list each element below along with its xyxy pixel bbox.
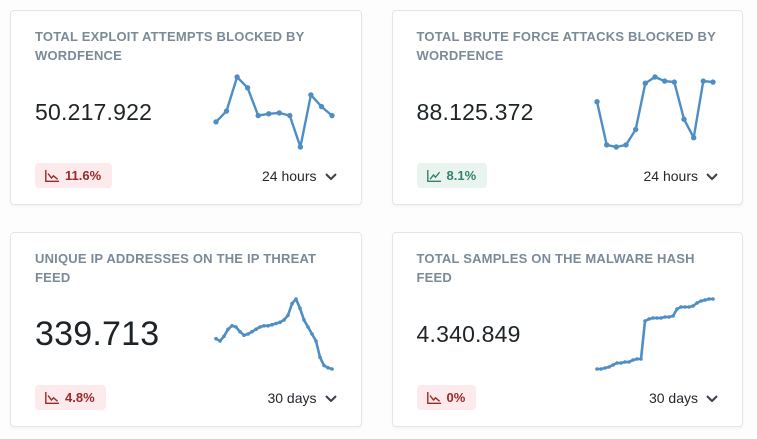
- card-footer: 8.1% 24 hours: [416, 163, 719, 188]
- card-footer: 0% 30 days: [416, 385, 719, 410]
- card-body: 50.217.922: [35, 66, 337, 163]
- trend-down-icon: [426, 391, 442, 405]
- chevron-down-icon: [706, 395, 718, 403]
- card-title: TOTAL SAMPLES ON THE MALWARE HASH FEED: [416, 251, 695, 285]
- stat-value: 4.340.849: [416, 320, 521, 347]
- change-badge: 8.1%: [416, 163, 488, 188]
- period-dropdown[interactable]: 30 days: [267, 390, 336, 406]
- card-title: TOTAL EXPLOIT ATTEMPTS BLOCKED BY WORDFE…: [35, 29, 305, 63]
- period-label: 24 hours: [643, 167, 698, 184]
- stat-value: 50.217.922: [35, 98, 153, 125]
- stat-card: TOTAL SAMPLES ON THE MALWARE HASH FEED 4…: [391, 232, 743, 427]
- period-dropdown[interactable]: 30 days: [649, 390, 718, 406]
- trend-up-icon: [426, 169, 442, 183]
- period-dropdown[interactable]: 24 hours: [644, 168, 718, 184]
- trend-down-icon: [44, 391, 60, 405]
- sparkline-chart: [211, 294, 337, 374]
- sparkline-chart: [592, 72, 718, 152]
- change-value: 0%: [446, 390, 466, 405]
- change-badge: 0%: [416, 385, 477, 410]
- stat-card: UNIQUE IP ADDRESSES ON THE IP THREAT FEE…: [10, 232, 362, 427]
- period-label: 30 days: [267, 389, 317, 406]
- sparkline-chart: [592, 294, 718, 374]
- change-value: 11.6%: [65, 168, 102, 183]
- stat-value: 88.125.372: [416, 98, 534, 125]
- card-footer: 4.8% 30 days: [35, 385, 337, 410]
- chevron-down-icon: [325, 173, 337, 181]
- sparkline-chart: [211, 72, 337, 152]
- stat-card: TOTAL BRUTE FORCE ATTACKS BLOCKED BY WOR…: [391, 10, 743, 205]
- change-badge: 11.6%: [35, 163, 113, 188]
- card-body: 88.125.372: [417, 66, 719, 163]
- trend-down-icon: [44, 169, 60, 183]
- stats-dashboard: TOTAL EXPLOIT ATTEMPTS BLOCKED BY WORDFE…: [0, 0, 757, 439]
- period-dropdown[interactable]: 24 hours: [262, 168, 336, 184]
- card-title: UNIQUE IP ADDRESSES ON THE IP THREAT FEE…: [35, 251, 317, 285]
- stat-value: 339.713: [35, 314, 160, 353]
- chevron-down-icon: [325, 395, 337, 403]
- change-value: 8.1%: [446, 168, 477, 183]
- card-title: TOTAL BRUTE FORCE ATTACKS BLOCKED BY WOR…: [416, 29, 716, 63]
- change-value: 4.8%: [65, 390, 95, 405]
- card-body: 4.340.849: [417, 288, 719, 385]
- chevron-down-icon: [706, 173, 718, 181]
- period-label: 30 days: [648, 389, 698, 406]
- card-footer: 11.6% 24 hours: [35, 163, 337, 188]
- stat-card: TOTAL EXPLOIT ATTEMPTS BLOCKED BY WORDFE…: [10, 10, 362, 205]
- change-badge: 4.8%: [35, 385, 106, 410]
- card-body: 339.713: [35, 288, 337, 385]
- period-label: 24 hours: [262, 167, 317, 184]
